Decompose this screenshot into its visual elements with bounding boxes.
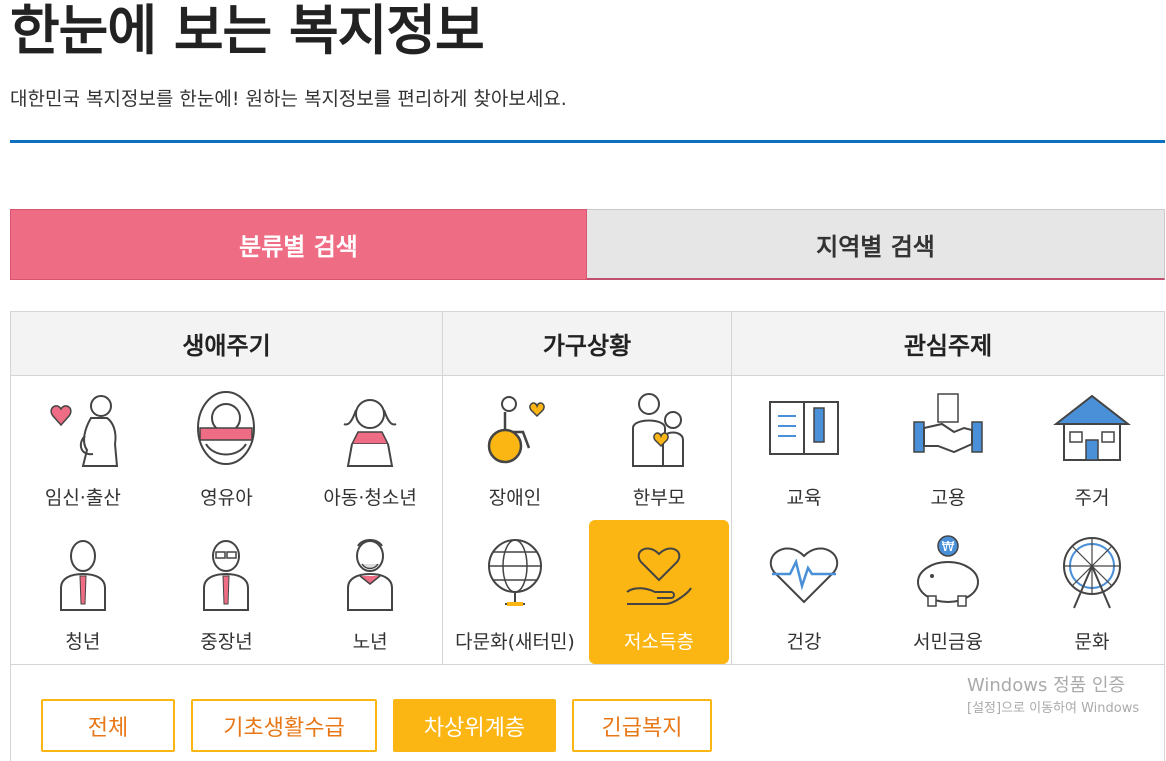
header-household: 가구상황 [443,312,732,375]
filter-basic-living-button[interactable]: 기초생활수급 [191,699,377,752]
page-subtitle: 대한민국 복지정보를 한눈에! 원하는 복지정보를 편리하게 찾아보세요. [10,88,567,110]
category-pregnancy[interactable]: 임신·출산 [11,376,155,520]
category-label: 노년 [352,631,388,653]
category-middle-aged[interactable]: 중장년 [155,520,299,664]
watermark-title: Windows 정품 인증 [967,675,1126,696]
category-employment[interactable]: 고용 [876,376,1020,520]
category-education[interactable]: 교육 [732,376,876,520]
category-label: 장애인 [488,487,542,509]
panel-headers: 생애주기 가구상황 관심주제 [11,312,1164,376]
disabled-icon [487,396,545,464]
watermark-subtitle: [설정]으로 이동하여 Windows [967,701,1140,716]
category-multicultural[interactable]: 다문화(새터민) [443,520,587,664]
category-housing[interactable]: 주거 [1020,376,1164,520]
windows-activation-watermark: Windows 정품 인증 [설정]으로 이동하여 Windows [967,674,1139,720]
tab-category-search[interactable]: 분류별 검색 [10,209,587,280]
category-label: 아동·청소년 [323,487,417,509]
sub-filter-row: 전체 기초생활수급 차상위계층 긴급복지 [41,699,712,752]
tab-region-search[interactable]: 지역별 검색 [587,209,1165,280]
category-label: 임신·출산 [44,487,121,509]
category-disabled[interactable]: 장애인 [443,376,587,520]
child-youth-icon [343,399,397,467]
category-label: 청년 [65,631,101,653]
life-cycle-grid: 임신·출산 영유아 아동·청소년 청년 중장년 노년 [11,376,443,664]
young-adult-icon [59,540,106,611]
middle-aged-icon [203,540,250,611]
search-tabs: 분류별 검색 지역별 검색 [10,209,1165,280]
category-label: 문화 [1074,631,1110,653]
header-interest: 관심주제 [903,332,993,360]
category-label: 고용 [930,487,966,509]
category-label: 서민금융 [913,631,983,653]
category-young-adult[interactable]: 청년 [11,520,155,664]
piggy-bank-icon: ₩ [917,535,979,607]
category-health[interactable]: 건강 [732,520,876,664]
book-icon [769,401,839,455]
category-culture[interactable]: 문화 [1020,520,1164,664]
category-label: 저소득층 [624,631,694,653]
filter-emergency-button[interactable]: 긴급복지 [572,699,712,752]
filter-all-button[interactable]: 전체 [41,699,175,752]
category-infant[interactable]: 영유아 [155,376,299,520]
category-label: 주거 [1074,487,1110,509]
infant-icon [197,391,256,465]
ferris-wheel-icon [1063,537,1121,609]
category-finance[interactable]: ₩ 서민금융 [876,520,1020,664]
category-elderly[interactable]: 노년 [298,520,442,664]
household-grid: 장애인 한부모 다문화(새터민) 저소득층 [443,376,732,664]
category-child-youth[interactable]: 아동·청소년 [298,376,442,520]
category-label: 한부모 [632,487,686,509]
panel-body: 임신·출산 영유아 아동·청소년 청년 중장년 노년 장애인 한부모 다문화(새… [11,376,1164,665]
heartbeat-icon [769,547,839,604]
pregnancy-icon [50,395,118,467]
svg-text:₩: ₩ [942,540,955,555]
category-label: 교육 [786,487,822,509]
handshake-icon [913,393,983,454]
filter-near-poverty-button[interactable]: 차상위계층 [393,699,556,752]
interest-grid: 교육 고용 주거 건강 ₩ 서민금융 문화 [732,376,1164,664]
category-label: 중장년 [200,631,253,653]
title-divider [10,140,1165,143]
category-label: 건강 [786,631,822,653]
category-label: 영유아 [200,487,253,509]
category-single-parent[interactable]: 한부모 [587,376,731,520]
page-title: 한눈에 보는 복지정보 [10,0,485,62]
single-parent-icon [632,393,684,467]
header-life-cycle: 생애주기 [11,312,443,375]
globe-icon [488,539,542,606]
house-icon [1053,394,1131,461]
category-low-income[interactable]: 저소득층 [589,520,729,664]
category-label: 다문화(새터민) [455,631,575,653]
heart-hand-icon [626,547,692,605]
elderly-icon [347,539,394,611]
